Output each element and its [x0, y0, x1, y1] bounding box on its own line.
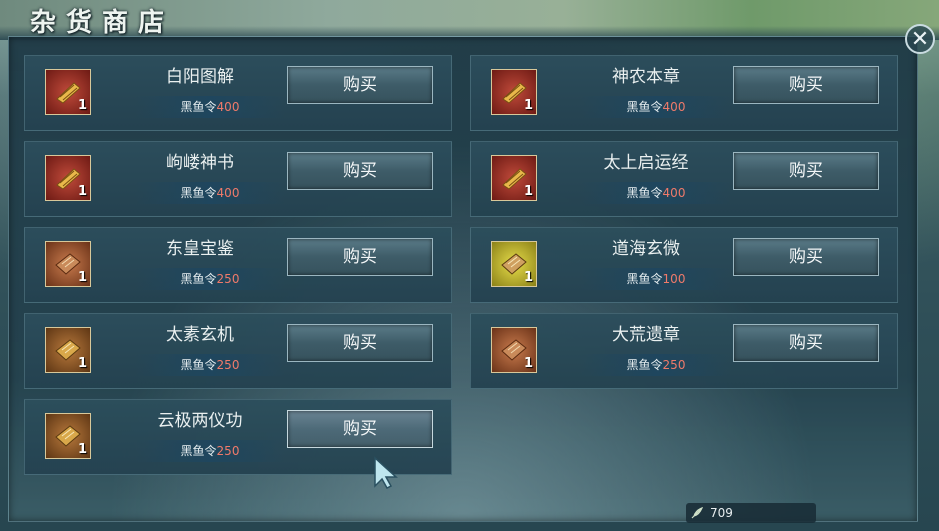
item-icon-slot[interactable]: 1 [491, 155, 537, 201]
currency-label: 黑鱼令 [180, 186, 217, 200]
item-price: 黑鱼令250 [135, 268, 285, 290]
item-name: 太素玄机 [166, 325, 234, 345]
buy-button[interactable]: 购买 [287, 66, 433, 104]
item-name: 太上启运经 [603, 153, 689, 173]
price-amount: 400 [216, 100, 240, 114]
price-amount: 250 [216, 358, 240, 372]
price-amount: 400 [662, 186, 686, 200]
item-price: 黑鱼令400 [581, 182, 731, 204]
price-amount: 400 [216, 186, 240, 200]
shop-item-card: 1 岣嵝神书 黑鱼令400 购买 [24, 141, 452, 217]
item-name: 大荒遗章 [612, 325, 680, 345]
shop-item-card: 1 太上启运经 黑鱼令400 购买 [470, 141, 898, 217]
item-quantity: 1 [77, 356, 87, 371]
item-icon-slot[interactable]: 1 [45, 327, 91, 373]
item-name: 东皇宝鉴 [166, 239, 234, 259]
shop-item-card: 1 东皇宝鉴 黑鱼令250 购买 [24, 227, 452, 303]
shop-item-card: 1 神农本章 黑鱼令400 购买 [470, 55, 898, 131]
window-title: 杂货商店 [30, 8, 175, 38]
item-icon-slot[interactable]: 1 [491, 241, 537, 287]
currency-label: 黑鱼令 [180, 100, 217, 114]
currency-label: 黑鱼令 [180, 358, 217, 372]
buy-button[interactable]: 购买 [733, 324, 879, 362]
item-price: 黑鱼令250 [135, 354, 285, 376]
currency-label: 黑鱼令 [626, 272, 663, 286]
buy-button[interactable]: 购买 [287, 410, 433, 448]
item-price: 黑鱼令400 [135, 182, 285, 204]
item-icon-slot[interactable]: 1 [491, 69, 537, 115]
shop-item-card: 1 道海玄微 黑鱼令100 购买 [470, 227, 898, 303]
item-icon-slot[interactable]: 1 [45, 413, 91, 459]
buy-button[interactable]: 购买 [287, 238, 433, 276]
item-quantity: 1 [77, 98, 87, 113]
item-price: 黑鱼令400 [581, 96, 731, 118]
buy-button[interactable]: 购买 [287, 152, 433, 190]
shop-item-card: 1 大荒遗章 黑鱼令250 购买 [470, 313, 898, 389]
price-amount: 100 [662, 272, 686, 286]
item-name: 神农本章 [612, 67, 680, 87]
buy-button[interactable]: 购买 [733, 152, 879, 190]
price-amount: 400 [662, 100, 686, 114]
item-name: 云极两仪功 [157, 411, 243, 431]
currency-balance: 709 [686, 503, 816, 523]
item-quantity: 1 [523, 98, 533, 113]
buy-button[interactable]: 购买 [733, 66, 879, 104]
item-quantity: 1 [77, 270, 87, 285]
item-quantity: 1 [523, 270, 533, 285]
shop-panel: 1 白阳图解 黑鱼令400 购买 1 神农本章 黑鱼令400 购买 1 岣嵝神书… [8, 36, 918, 522]
item-price: 黑鱼令400 [135, 96, 285, 118]
item-quantity: 1 [523, 184, 533, 199]
item-price: 黑鱼令250 [135, 440, 285, 462]
item-icon-slot[interactable]: 1 [45, 69, 91, 115]
item-name: 白阳图解 [166, 67, 234, 87]
shop-item-card: 1 太素玄机 黑鱼令250 购买 [24, 313, 452, 389]
buy-button[interactable]: 购买 [733, 238, 879, 276]
price-amount: 250 [662, 358, 686, 372]
feather-icon [691, 507, 704, 519]
price-amount: 250 [216, 444, 240, 458]
item-icon-slot[interactable]: 1 [45, 241, 91, 287]
currency-label: 黑鱼令 [626, 100, 663, 114]
shop-item-card: 1 白阳图解 黑鱼令400 购买 [24, 55, 452, 131]
currency-label: 黑鱼令 [180, 272, 217, 286]
item-quantity: 1 [77, 442, 87, 457]
price-amount: 250 [216, 272, 240, 286]
currency-label: 黑鱼令 [180, 444, 217, 458]
item-quantity: 1 [523, 356, 533, 371]
item-name: 岣嵝神书 [166, 153, 234, 173]
currency-label: 黑鱼令 [626, 186, 663, 200]
close-icon[interactable]: ✕ [905, 24, 935, 54]
item-price: 黑鱼令100 [581, 268, 731, 290]
balance-value: 709 [710, 506, 733, 520]
item-icon-slot[interactable]: 1 [45, 155, 91, 201]
buy-button[interactable]: 购买 [287, 324, 433, 362]
currency-label: 黑鱼令 [626, 358, 663, 372]
item-quantity: 1 [77, 184, 87, 199]
item-price: 黑鱼令250 [581, 354, 731, 376]
mouse-cursor-icon [374, 456, 398, 489]
item-icon-slot[interactable]: 1 [491, 327, 537, 373]
item-name: 道海玄微 [612, 239, 680, 259]
